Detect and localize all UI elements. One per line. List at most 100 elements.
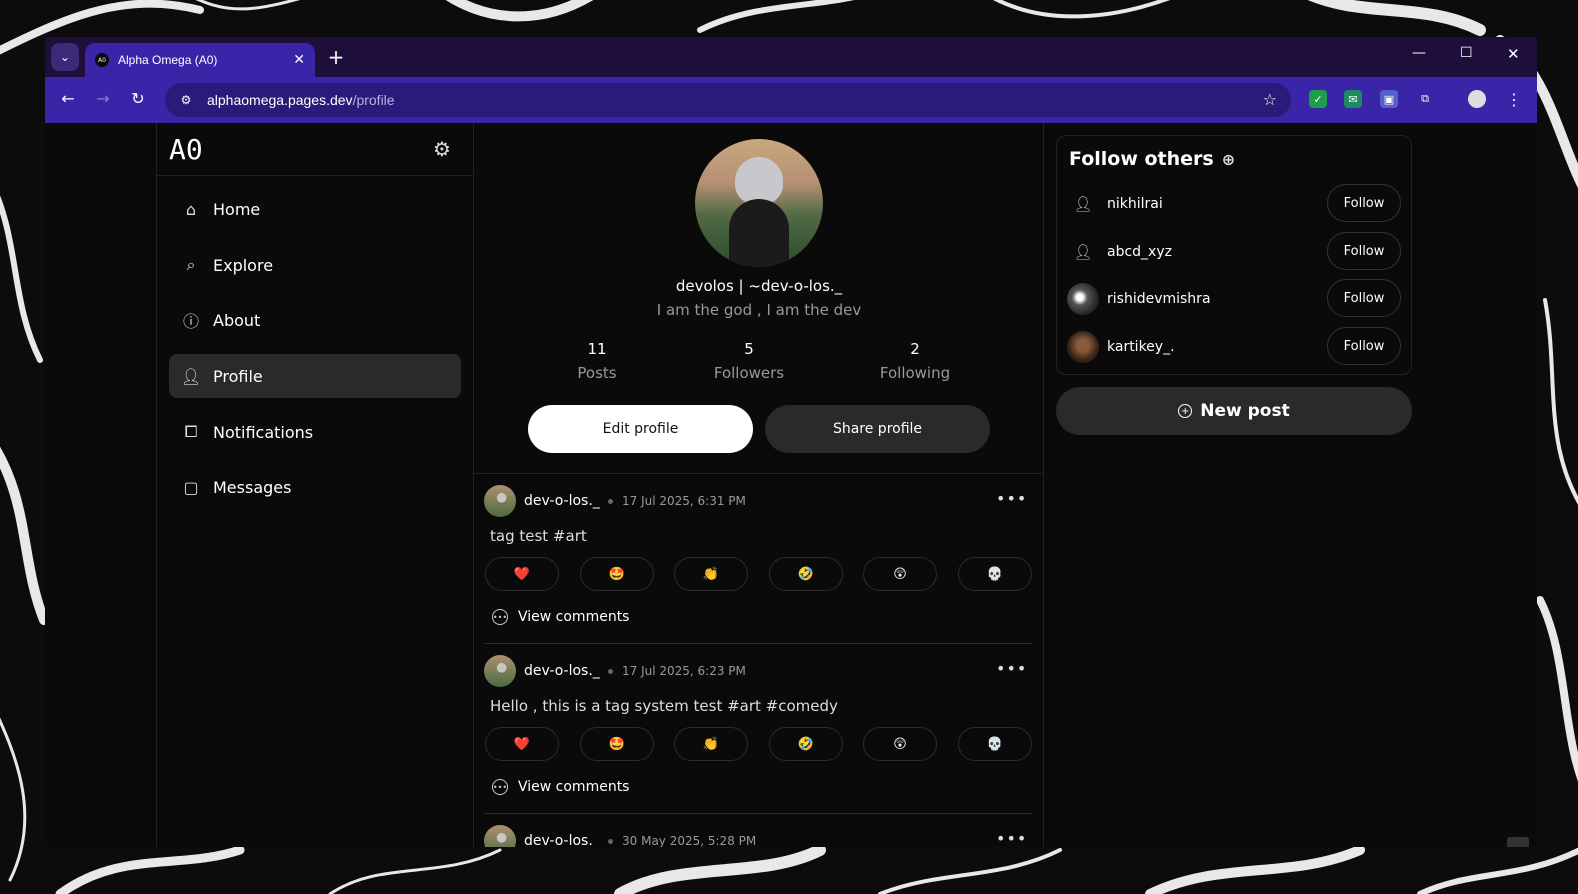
suggestion-name[interactable]: nikhilrai (1107, 196, 1163, 212)
follow-button[interactable]: Follow (1327, 279, 1401, 317)
search-icon: ⌕ (186, 255, 196, 274)
post-avatar[interactable] (484, 655, 516, 687)
more-options-icon[interactable]: ••• (996, 829, 1027, 847)
view-comments-label: View comments (518, 779, 630, 795)
stat-number: 5 (744, 340, 754, 358)
view-comments-label: View comments (518, 609, 630, 625)
sidebar-item-label: Home (213, 199, 261, 219)
home-icon: ⌂ (185, 199, 197, 219)
app-logo[interactable]: A0 (169, 133, 203, 166)
scrollbar-thumb[interactable] (1507, 837, 1529, 847)
sidebar-item-label: About (213, 310, 261, 330)
sidebar-item-explore[interactable]: ⌕ Explore (169, 243, 461, 287)
stat-label: Followers (713, 364, 785, 382)
reaction-skull-button[interactable]: 💀 (958, 727, 1032, 761)
sidebar-item-home[interactable]: ⌂ Home (169, 187, 461, 231)
tab-active[interactable]: A0 Alpha Omega (A0) ✕ (85, 43, 315, 77)
mail-extension-icon[interactable]: ✉ (1344, 90, 1362, 108)
post-username[interactable]: dev-o-los._ (524, 493, 600, 509)
reaction-heart-button[interactable]: ❤️ (485, 557, 559, 591)
post-timestamp: 17 Jul 2025, 6:31 PM (622, 494, 746, 508)
reaction-star-eyes-button[interactable]: 🤩 (580, 727, 654, 761)
browser-toolbar: ← → ↻ ⚙ alphaomega.pages.dev/profile ☆ ✓… (45, 77, 1537, 123)
suggestion-row: 👤︎ nikhilrai Follow (1067, 184, 1403, 224)
post-timestamp: 30 May 2025, 5:28 PM (622, 834, 757, 847)
follow-button[interactable]: Follow (1327, 327, 1401, 365)
reaction-astonished-button[interactable]: 😲 (863, 727, 937, 761)
default-user-icon[interactable]: 👤︎ (1067, 188, 1099, 220)
follow-button[interactable]: Follow (1327, 232, 1401, 270)
suggestion-name[interactable]: rishidevmishra (1107, 291, 1211, 307)
forward-button[interactable]: → (92, 89, 114, 108)
post-username[interactable]: dev-o-los._ (524, 663, 600, 679)
browser-window: ⌄ A0 Alpha Omega (A0) ✕ + — ☐ ✕ ← → ↻ ⚙ … (45, 37, 1537, 847)
reaction-heart-button[interactable]: ❤️ (485, 727, 559, 761)
close-window-button[interactable]: ✕ (1507, 45, 1520, 63)
more-options-icon[interactable]: ••• (996, 659, 1027, 678)
shield-extension-icon[interactable]: ✓ (1309, 90, 1327, 108)
follow-button[interactable]: Follow (1327, 184, 1401, 222)
suggestion-row: rishidevmishra Follow (1067, 279, 1403, 319)
menu-kebab-icon[interactable]: ⋮ (1505, 90, 1523, 109)
profile-avatar-icon[interactable] (1468, 90, 1486, 108)
reaction-clap-button[interactable]: 👏 (674, 557, 748, 591)
post-username[interactable]: dev-o-los._ (524, 833, 600, 847)
address-bar[interactable]: ⚙ alphaomega.pages.dev/profile ☆ (165, 83, 1291, 117)
more-options-icon[interactable]: ••• (996, 489, 1027, 508)
reaction-rofl-button[interactable]: 🤣 (769, 727, 843, 761)
post-avatar[interactable] (484, 825, 516, 847)
separator-dot (608, 499, 613, 504)
new-post-button[interactable]: + New post (1056, 387, 1412, 435)
cast-extension-icon[interactable]: ▣ (1380, 90, 1398, 108)
site-info-icon[interactable]: ⚙ (177, 91, 195, 109)
post-avatar[interactable] (484, 485, 516, 517)
share-profile-button[interactable]: Share profile (765, 405, 990, 453)
user-icon: 👤︎ (180, 366, 202, 386)
comment-icon: ••• (492, 779, 508, 795)
view-comments-button[interactable]: ••• View comments (492, 779, 629, 795)
avatar-hair (735, 157, 783, 203)
reload-button[interactable]: ↻ (127, 89, 149, 108)
follow-others-label: Follow others (1069, 148, 1214, 170)
reaction-astonished-button[interactable]: 😲 (863, 557, 937, 591)
profile-main: devolos | ~dev-o-los._ I am the god , I … (474, 123, 1044, 847)
stat-posts[interactable]: 11 Posts (537, 340, 657, 382)
sidebar-item-notifications[interactable]: ⧠ Notifications (169, 410, 461, 454)
suggestion-avatar[interactable] (1067, 283, 1099, 315)
maximize-button[interactable]: ☐ (1460, 45, 1473, 61)
minimize-button[interactable]: — (1412, 45, 1426, 61)
close-tab-icon[interactable]: ✕ (293, 52, 305, 68)
bookmark-star-icon[interactable]: ☆ (1263, 90, 1277, 109)
default-user-icon[interactable]: 👤︎ (1067, 236, 1099, 268)
sidebar-item-profile[interactable]: 👤︎ Profile (169, 354, 461, 398)
reaction-clap-button[interactable]: 👏 (674, 727, 748, 761)
view-comments-button[interactable]: ••• View comments (492, 609, 629, 625)
user-plus-icon: ⊕ (1221, 149, 1236, 169)
new-tab-button[interactable]: + (325, 45, 347, 69)
reaction-rofl-button[interactable]: 🤣 (769, 557, 843, 591)
sidebar-item-label: Explore (213, 255, 274, 275)
reaction-star-eyes-button[interactable]: 🤩 (580, 557, 654, 591)
extensions-puzzle-icon[interactable]: ⧉ (1416, 90, 1434, 108)
sidebar-item-about[interactable]: ⓘ About (169, 298, 461, 342)
reaction-skull-button[interactable]: 💀 (958, 557, 1032, 591)
suggestion-row: kartikey_. Follow (1067, 327, 1403, 367)
sidebar-item-label: Profile (213, 366, 263, 386)
stat-label: Following (879, 364, 951, 382)
suggestion-row: 👤︎ abcd_xyz Follow (1067, 232, 1403, 272)
suggestion-name[interactable]: kartikey_. (1107, 339, 1175, 355)
stat-followers[interactable]: 5 Followers (689, 340, 809, 382)
stat-number: 2 (910, 340, 920, 358)
message-icon: ▢ (183, 477, 199, 497)
settings-gear-icon[interactable]: ⚙ (433, 137, 451, 161)
post-card: dev-o-los._ 17 Jul 2025, 6:23 PM ••• Hel… (484, 655, 1032, 815)
stat-following[interactable]: 2 Following (855, 340, 975, 382)
divider (484, 813, 1032, 814)
back-button[interactable]: ← (57, 89, 79, 108)
sidebar-item-messages[interactable]: ▢ Messages (169, 465, 461, 509)
tab-search-button[interactable]: ⌄ (51, 43, 79, 71)
divider (157, 175, 473, 176)
suggestion-avatar[interactable] (1067, 331, 1099, 363)
edit-profile-button[interactable]: Edit profile (528, 405, 753, 453)
suggestion-name[interactable]: abcd_xyz (1107, 244, 1172, 260)
